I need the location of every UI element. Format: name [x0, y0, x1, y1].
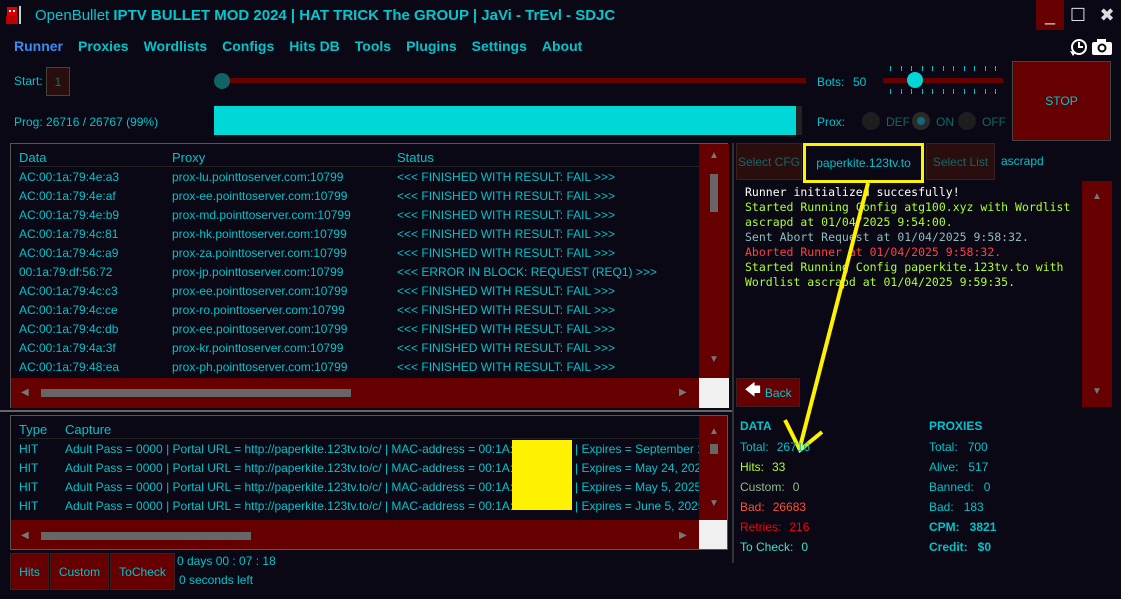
- prox-option-label: DEF: [886, 115, 910, 129]
- prox-option-label: OFF: [982, 115, 1006, 129]
- proxy-stat: Bad: 183: [929, 500, 984, 514]
- proxy-stat: Alive: 517: [929, 460, 988, 474]
- proxy-stat: Credit: $0: [929, 540, 991, 554]
- stat-value: $0: [977, 540, 992, 554]
- stat-value: 0: [983, 480, 991, 494]
- stat-value: 0: [792, 480, 800, 494]
- data-stat: Total: 26716: [740, 440, 810, 454]
- stat-label: CPM:: [929, 520, 960, 534]
- stat-value: 0: [801, 540, 809, 554]
- data-stat: Custom: 0: [740, 480, 799, 494]
- prox-radio-def[interactable]: [862, 112, 880, 130]
- stat-label: Credit:: [929, 540, 968, 554]
- stat-label: Banned:: [929, 480, 974, 494]
- stat-label: Total:: [929, 440, 958, 454]
- proxy-stat: CPM: 3821: [929, 520, 996, 534]
- stat-label: Custom:: [740, 480, 785, 494]
- stat-label: To Check:: [740, 540, 794, 554]
- radio-dot: [917, 117, 925, 125]
- stat-value: 3821: [969, 520, 997, 534]
- data-stats-title: DATA: [740, 419, 772, 433]
- stat-label: Total:: [740, 440, 769, 454]
- data-stat: Retries: 216: [740, 520, 809, 534]
- prox-radio-off[interactable]: [958, 112, 976, 130]
- stat-label: Retries:: [740, 520, 782, 534]
- data-stat: To Check: 0: [740, 540, 808, 554]
- stat-value: 700: [967, 440, 988, 454]
- prox-option-label: ON: [936, 115, 954, 129]
- proxy-stat: Total: 700: [929, 440, 988, 454]
- prox-radio-on[interactable]: [912, 112, 930, 130]
- proxy-stat: Banned: 0: [929, 480, 990, 494]
- stat-label: Bad:: [740, 500, 765, 514]
- proxies-stats-title: PROXIES: [929, 419, 983, 433]
- stat-value: 26716: [776, 440, 811, 454]
- stat-label: Hits:: [740, 460, 764, 474]
- stat-label: Alive:: [929, 460, 959, 474]
- stat-value: 183: [963, 500, 984, 514]
- data-stat: Bad: 26683: [740, 500, 806, 514]
- stat-value: 26683: [772, 500, 807, 514]
- stat-value: 216: [789, 520, 810, 534]
- data-stat: Hits: 33: [740, 460, 785, 474]
- stat-label: Bad:: [929, 500, 954, 514]
- stat-value: 33: [772, 460, 786, 474]
- stat-value: 517: [968, 460, 989, 474]
